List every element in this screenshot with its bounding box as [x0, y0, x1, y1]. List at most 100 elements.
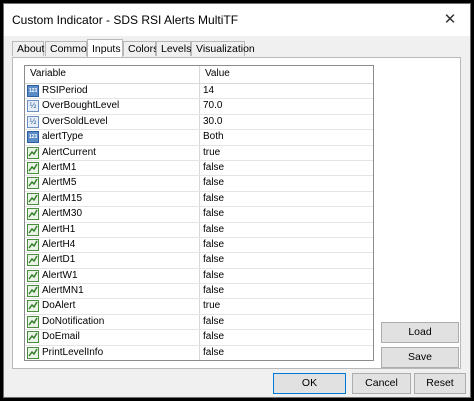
close-icon[interactable]: ✕: [440, 10, 460, 30]
value-cell[interactable]: false: [200, 331, 373, 342]
variable-cell[interactable]: AlertM30: [25, 207, 199, 221]
value-cell[interactable]: false: [200, 208, 373, 219]
bool-param-icon: [27, 285, 39, 298]
variable-cell[interactable]: DoEmail: [25, 330, 199, 344]
variable-name: RSIPeriod: [42, 85, 88, 96]
table-row[interactable]: DoEmail false: [25, 330, 373, 346]
variable-cell[interactable]: ½ OverBoughtLevel: [25, 99, 199, 113]
ok-button[interactable]: OK: [273, 373, 346, 394]
value-cell[interactable]: false: [200, 270, 373, 281]
value-cell[interactable]: false: [200, 224, 373, 235]
table-row[interactable]: AlertM30 false: [25, 207, 373, 223]
bool-param-icon: [27, 254, 39, 267]
variable-cell[interactable]: DoAlert: [25, 299, 199, 313]
variable-name: AlertMN1: [42, 285, 84, 297]
bool-param-icon: [27, 161, 39, 174]
table-row[interactable]: 123 alertType Both: [25, 130, 373, 146]
bool-param-icon: [27, 269, 39, 282]
table-row[interactable]: ½ OverBoughtLevel 70.0: [25, 99, 373, 115]
tab-common[interactable]: Common: [45, 41, 93, 56]
header-variable[interactable]: Variable: [25, 68, 204, 79]
tab-visualization[interactable]: Visualization: [191, 41, 255, 56]
bool-param-icon: [27, 146, 39, 159]
bool-param-icon: [27, 192, 39, 205]
variable-name: PrintLevelInfo: [42, 346, 104, 358]
variable-cell[interactable]: ½ OverSoldLevel: [25, 115, 199, 129]
value-cell[interactable]: 14: [200, 85, 373, 96]
bool-param-icon: [27, 346, 39, 359]
variable-cell[interactable]: DoNotification: [25, 315, 199, 329]
value-cell[interactable]: 30.0: [200, 116, 373, 127]
value-cell[interactable]: false: [200, 193, 373, 204]
value-cell[interactable]: true: [200, 147, 373, 158]
variable-name: DoNotification: [42, 315, 105, 327]
variable-cell[interactable]: AlertMN1: [25, 284, 199, 298]
tab-about[interactable]: About: [12, 41, 44, 56]
variable-cell[interactable]: AlertH4: [25, 238, 199, 252]
bool-param-icon: [27, 238, 39, 251]
variable-cell[interactable]: 123 RSIPeriod: [25, 84, 199, 98]
variable-cell[interactable]: AlertM15: [25, 192, 199, 206]
variable-name: AlertCurrent: [42, 146, 96, 158]
value-cell[interactable]: Both: [200, 131, 373, 142]
variable-cell[interactable]: AlertH1: [25, 223, 199, 237]
variable-cell[interactable]: PrintLevelInfo: [25, 346, 199, 360]
variable-cell[interactable]: AlertM1: [25, 161, 199, 175]
bool-param-icon: [27, 300, 39, 313]
table-row[interactable]: AlertM5 false: [25, 176, 373, 192]
value-cell[interactable]: true: [200, 300, 373, 311]
inputs-grid[interactable]: Variable Value 123 RSIPeriod 14 ½ OverBought…: [24, 65, 374, 361]
variable-name: OverSoldLevel: [42, 115, 108, 127]
bool-param-icon: [27, 315, 39, 328]
variable-cell[interactable]: AlertCurrent: [25, 146, 199, 160]
table-row[interactable]: 123 RSIPeriod 14: [25, 84, 373, 100]
variable-cell[interactable]: AlertD1: [25, 253, 199, 267]
value-cell[interactable]: false: [200, 239, 373, 250]
header-value[interactable]: Value: [200, 68, 373, 79]
dialog-window: Custom Indicator - SDS RSI Alerts MultiT…: [3, 3, 471, 398]
value-cell[interactable]: false: [200, 254, 373, 265]
double-param-icon: ½: [27, 100, 39, 113]
tab-levels[interactable]: Levels: [156, 41, 191, 56]
value-cell[interactable]: false: [200, 316, 373, 327]
table-row[interactable]: AlertW1 false: [25, 269, 373, 285]
table-row[interactable]: PrintLevelInfo false: [25, 346, 373, 360]
variable-cell[interactable]: AlertW1: [25, 269, 199, 283]
tab-colors[interactable]: Colors: [123, 41, 158, 56]
table-row[interactable]: DoAlert true: [25, 299, 373, 315]
table-row[interactable]: DoNotification false: [25, 315, 373, 331]
variable-cell[interactable]: 123 alertType: [25, 130, 199, 144]
grid-header: Variable Value: [25, 66, 373, 84]
inputs-panel: Variable Value 123 RSIPeriod 14 ½ OverBought…: [12, 57, 461, 369]
value-cell[interactable]: 70.0: [200, 100, 373, 111]
load-button[interactable]: Load: [381, 322, 459, 343]
int-param-icon: 123: [27, 131, 39, 144]
value-cell[interactable]: false: [200, 177, 373, 188]
variable-name: AlertH4: [42, 238, 76, 250]
grid-rows: 123 RSIPeriod 14 ½ OverBoughtLevel 70.0 ½ OverS…: [25, 84, 373, 360]
table-row[interactable]: AlertMN1 false: [25, 284, 373, 300]
bool-param-icon: [27, 177, 39, 190]
table-row[interactable]: AlertH1 false: [25, 223, 373, 238]
bool-param-icon: [27, 208, 39, 221]
table-row[interactable]: AlertCurrent true: [25, 146, 373, 161]
table-row[interactable]: AlertM1 false: [25, 161, 373, 177]
cancel-button[interactable]: Cancel: [352, 373, 411, 394]
value-cell[interactable]: false: [200, 347, 373, 358]
value-cell[interactable]: false: [200, 162, 373, 173]
tab-inputs[interactable]: Inputs: [87, 39, 123, 57]
table-row[interactable]: AlertH4 false: [25, 238, 373, 254]
window-title: Custom Indicator - SDS RSI Alerts MultiT…: [12, 13, 239, 27]
title-bar[interactable]: Custom Indicator - SDS RSI Alerts MultiT…: [4, 4, 470, 36]
variable-name: alertType: [42, 131, 84, 143]
table-row[interactable]: ½ OverSoldLevel 30.0: [25, 115, 373, 131]
table-row[interactable]: AlertM15 false: [25, 192, 373, 208]
variable-name: AlertH1: [42, 223, 76, 235]
save-button[interactable]: Save: [381, 347, 459, 368]
table-row[interactable]: AlertD1 false: [25, 253, 373, 269]
variable-cell[interactable]: AlertM5: [25, 176, 199, 190]
reset-button[interactable]: Reset: [414, 373, 466, 394]
variable-name: AlertD1: [42, 254, 76, 266]
value-cell[interactable]: false: [200, 285, 373, 296]
bool-param-icon: [27, 223, 39, 236]
